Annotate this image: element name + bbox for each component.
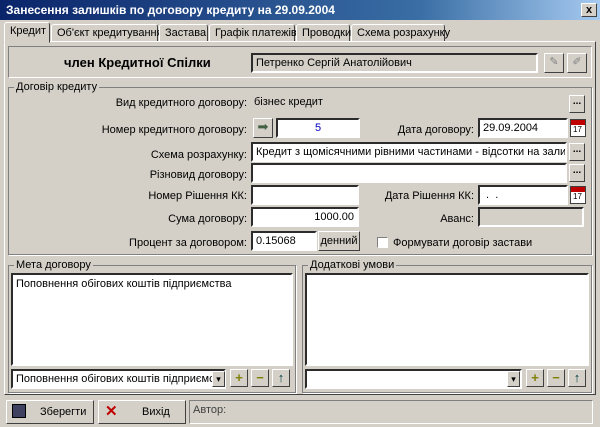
member-edit-icon[interactable]: ✐ xyxy=(567,53,587,73)
close-button[interactable]: x xyxy=(581,3,597,17)
tab-postings[interactable]: Проводки xyxy=(296,24,351,42)
red-x-icon: ✕ xyxy=(105,403,118,420)
contract-date-field[interactable]: 29.09.2004 xyxy=(478,118,568,138)
scheme-field[interactable]: Кредит з щомісячними рівними частинами -… xyxy=(251,142,567,162)
extra-conditions-group-title: Додаткові умови xyxy=(308,259,397,271)
member-select-icon[interactable]: ✎ xyxy=(544,53,564,73)
rate-period-button[interactable]: денний xyxy=(318,231,360,251)
rate-field[interactable]: 0.15068 xyxy=(251,231,317,251)
tab-credit-object[interactable]: Об'єкт кредитування xyxy=(51,24,163,42)
contract-kind-browse-button[interactable]: ... xyxy=(569,164,585,182)
author-box xyxy=(189,400,593,424)
tab-pledge[interactable]: Застава xyxy=(159,24,208,42)
sum-field[interactable]: 1000.00 xyxy=(251,207,359,227)
contract-kind-field[interactable] xyxy=(251,163,567,183)
decision-date-field[interactable]: . . xyxy=(478,185,568,205)
floppy-disk-icon xyxy=(12,404,26,418)
purpose-dropdown-icon[interactable]: ▾ xyxy=(212,371,225,387)
contract-number-label: Номер кредитного договору: xyxy=(101,124,247,136)
pledge-checkbox-label: Формувати договір застави xyxy=(393,237,533,249)
contract-type-label: Вид кредитного договору: xyxy=(115,97,247,109)
member-label: член Кредитної Спілки xyxy=(64,55,211,70)
advance-label: Аванс: xyxy=(440,213,474,225)
purpose-text-area[interactable]: Поповнення обігових коштів підприємства xyxy=(11,273,293,366)
tab-calc-scheme[interactable]: Схема розрахунку xyxy=(351,24,450,42)
tab-credit[interactable]: Кредит xyxy=(4,22,50,43)
decision-number-label: Номер Рішення КК: xyxy=(148,190,247,202)
member-name-field[interactable]: Петренко Сергій Анатолійович xyxy=(251,53,538,73)
contract-type-field[interactable]: бізнес кредит xyxy=(251,94,567,114)
decision-number-field[interactable] xyxy=(251,185,359,205)
title-bar: Занесення залишків по договору кредиту н… xyxy=(0,0,600,20)
pledge-checkbox[interactable] xyxy=(377,237,388,248)
advance-field[interactable] xyxy=(478,207,584,227)
window-title: Занесення залишків по договору кредиту н… xyxy=(6,3,335,17)
sum-label: Сума договору: xyxy=(168,213,247,225)
extra-up-button[interactable]: ↑ xyxy=(568,369,586,387)
extra-conditions-select[interactable] xyxy=(305,369,522,389)
save-button[interactable]: Зберегти xyxy=(6,400,94,424)
purpose-select[interactable]: Поповнення обігових коштів підприємства xyxy=(11,369,226,389)
extra-dropdown-icon[interactable]: ▾ xyxy=(507,371,520,387)
contract-date-label: Дата договору: xyxy=(397,124,474,136)
author-label: Автор: xyxy=(193,404,227,416)
purpose-remove-button[interactable]: − xyxy=(251,369,269,387)
purpose-group-title: Мета договору xyxy=(14,259,93,271)
contract-number-field[interactable]: 5 xyxy=(276,118,360,138)
decision-date-label: Дата Рішення КК: xyxy=(384,190,474,202)
contract-group-title: Договір кредиту xyxy=(14,81,100,93)
arrow-right-icon[interactable]: ➡ xyxy=(253,118,273,138)
purpose-up-button[interactable]: ↑ xyxy=(272,369,290,387)
purpose-add-button[interactable]: + xyxy=(230,369,248,387)
extra-remove-button[interactable]: − xyxy=(547,369,565,387)
extra-add-button[interactable]: + xyxy=(526,369,544,387)
extra-conditions-text-area[interactable] xyxy=(305,273,589,366)
contract-kind-label: Різновид договору: xyxy=(149,169,247,181)
scheme-label: Схема розрахунку: xyxy=(150,149,247,161)
tab-payment-schedule[interactable]: Графік платежів xyxy=(209,24,297,42)
scheme-browse-button[interactable]: ... xyxy=(569,143,585,161)
exit-button[interactable]: ✕ Вихід xyxy=(98,400,186,424)
contract-type-browse-button[interactable]: ... xyxy=(569,95,585,113)
rate-label: Процент за договором: xyxy=(129,237,247,249)
contract-date-calendar-icon[interactable]: 17 xyxy=(570,119,586,137)
decision-date-calendar-icon[interactable]: 17 xyxy=(570,186,586,204)
